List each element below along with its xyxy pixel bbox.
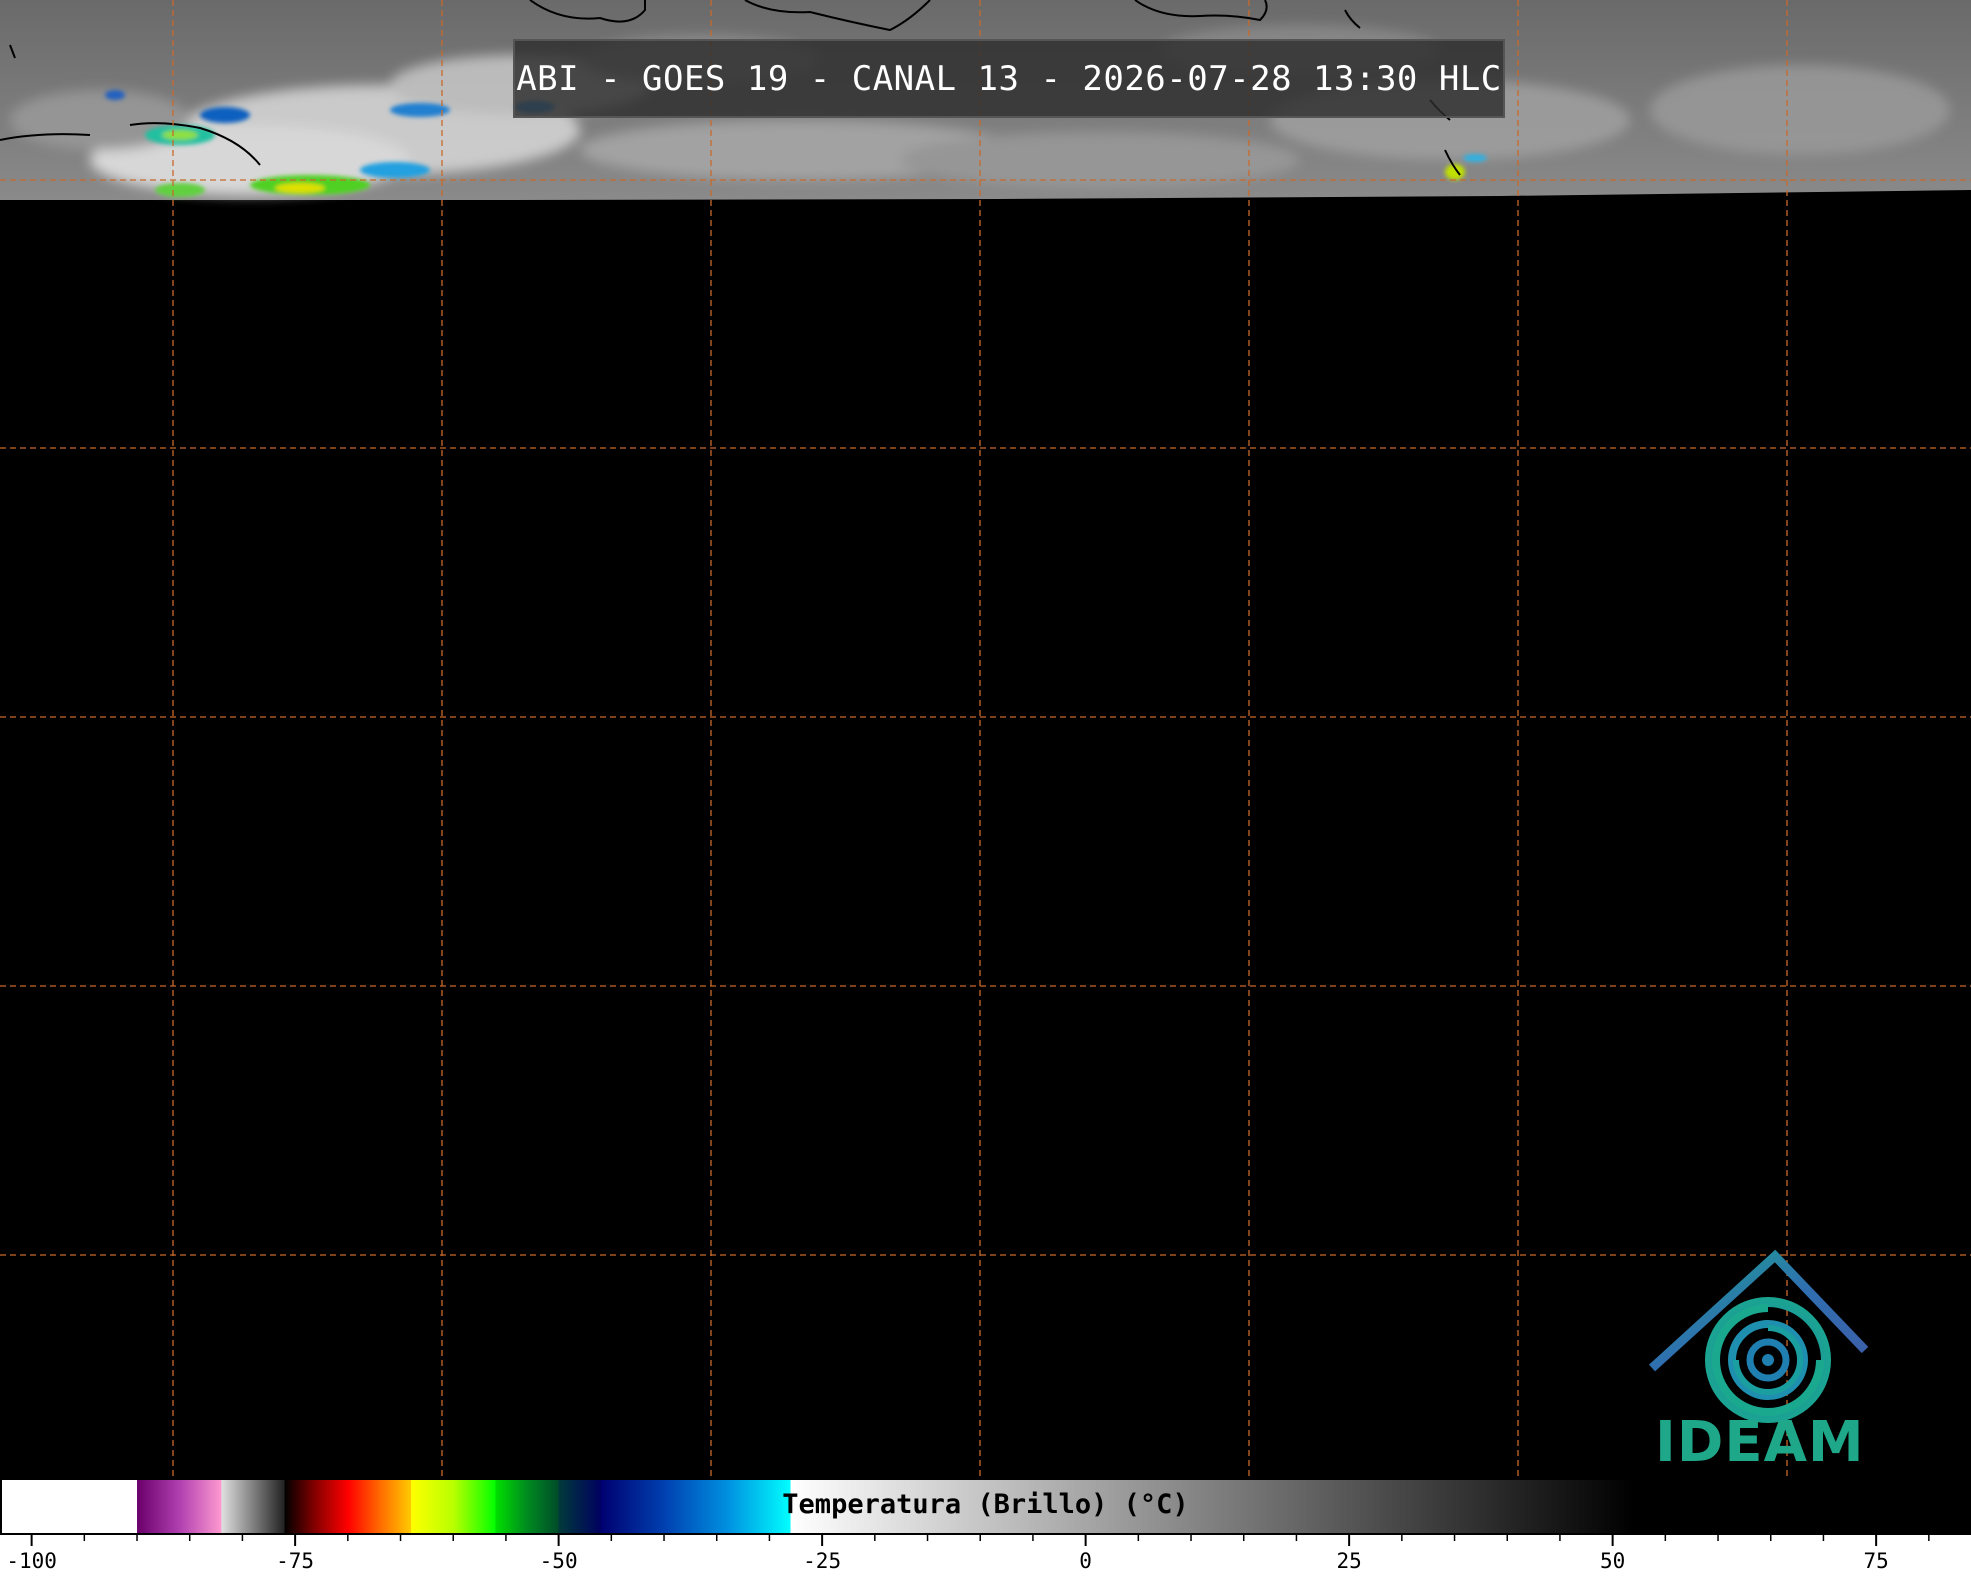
colorbar-tick-label: -50 (540, 1549, 578, 1573)
colorbar-tick-label: -100 (6, 1549, 57, 1573)
colorbar-tick-label: 0 (1079, 1549, 1092, 1573)
colorbar-segment (558, 1479, 602, 1534)
image-title: ABI - GOES 19 - CANAL 13 - 2026-07-28 13… (513, 39, 1505, 118)
colorbar-tick-label: 50 (1600, 1549, 1625, 1573)
colorbar-segment (284, 1479, 412, 1534)
colorbar-tick-label: -25 (803, 1549, 841, 1573)
colorbar-scale: -100 -75 -50 -25 0 25 50 75 (0, 1478, 1971, 1577)
colorbar-segment (221, 1479, 286, 1534)
ideam-logo-text: IDEAM (1655, 1410, 1865, 1475)
colorbar-segment (137, 1479, 222, 1534)
colorbar-tick-label: -75 (276, 1549, 314, 1573)
colorbar-segment (600, 1479, 792, 1534)
colorbar: -100 -75 -50 -25 0 25 50 75 Temperatura (Brillo… (0, 1478, 1971, 1577)
colorbar-segment (790, 1479, 1635, 1534)
colorbar-tick-label: 25 (1336, 1549, 1361, 1573)
colorbar-segment (1633, 1479, 1971, 1534)
satellite-image-viewer: ABI - GOES 19 - CANAL 13 - 2026-07-28 13… (0, 0, 1971, 1577)
colorbar-fills (0, 1479, 1971, 1534)
colorbar-tick-label: 75 (1863, 1549, 1888, 1573)
colorbar-segment (411, 1479, 496, 1534)
colorbar-segment (0, 1479, 138, 1534)
colorbar-segment (495, 1479, 560, 1534)
